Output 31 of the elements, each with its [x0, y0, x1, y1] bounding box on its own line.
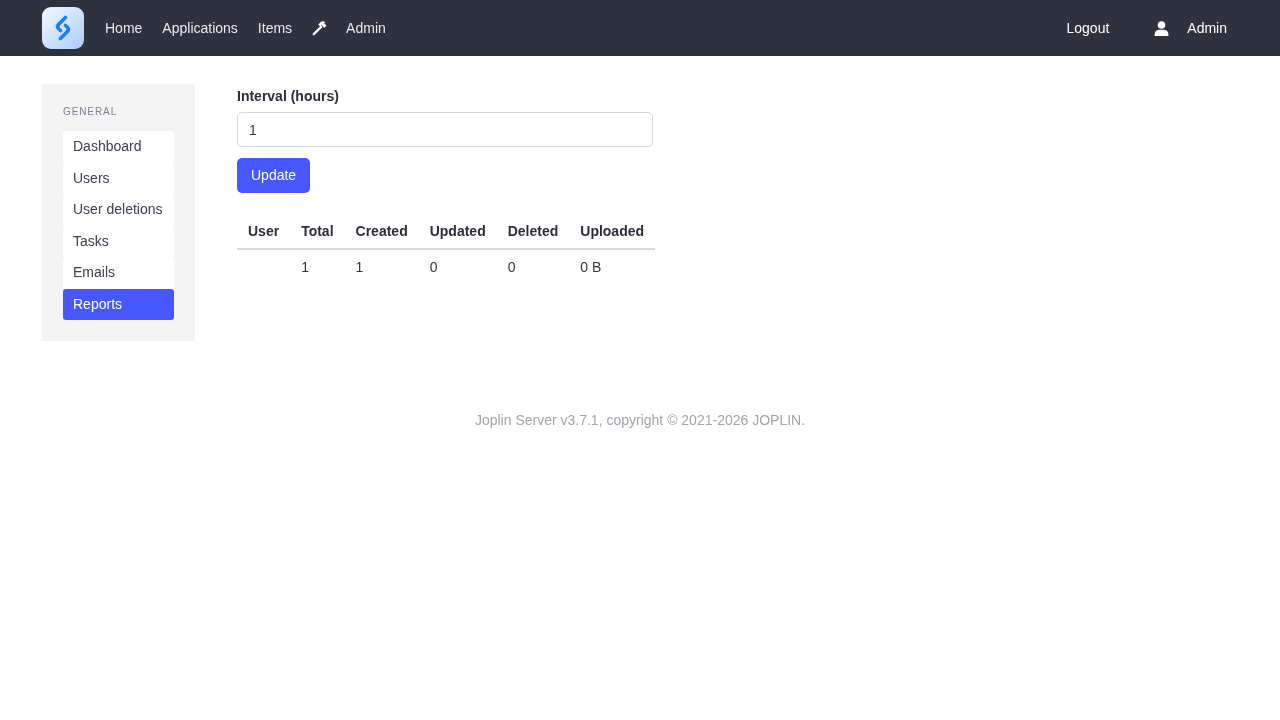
- update-button[interactable]: Update: [237, 158, 311, 193]
- nav-link[interactable]: Applications: [162, 18, 238, 38]
- nav-link[interactable]: Items: [257, 18, 293, 38]
- table-cell: 1: [290, 249, 345, 285]
- sidebar-item[interactable]: Dashboard: [63, 131, 174, 163]
- column-header: User: [237, 214, 291, 249]
- column-header: Total: [290, 214, 345, 249]
- column-header: Updated: [418, 214, 497, 249]
- sidebar-heading: GENERAL: [63, 106, 119, 118]
- table-cell: 0: [418, 249, 497, 285]
- column-header: Created: [344, 214, 419, 249]
- footer-text: Joplin Server v3.7.1, copyright © 2021-2026 JOPLIN.: [474, 412, 806, 428]
- sidebar-item[interactable]: Users: [63, 162, 174, 194]
- user-icon[interactable]: [1154, 20, 1170, 36]
- nav-link[interactable]: Home: [105, 18, 143, 38]
- interval-input-field[interactable]: 1: [237, 112, 653, 147]
- column-header: Deleted: [496, 214, 570, 249]
- user-menu-link[interactable]: Admin: [1187, 18, 1227, 38]
- sidebar-item[interactable]: User deletions: [63, 194, 174, 226]
- table-cell: 0: [496, 249, 570, 285]
- column-header: Uploaded: [569, 214, 656, 249]
- field-label: Interval (hours): [237, 88, 340, 104]
- sidebar-item[interactable]: Reports: [63, 288, 174, 320]
- table-cell: 0 B: [569, 249, 656, 285]
- sidebar-item[interactable]: Emails: [63, 257, 174, 289]
- logout-link[interactable]: Logout: [1066, 18, 1110, 38]
- nav-link[interactable]: Admin: [346, 18, 386, 38]
- logo-icon[interactable]: [42, 7, 84, 49]
- hammer-icon[interactable]: [312, 20, 329, 36]
- sidebar-item[interactable]: Tasks: [63, 225, 174, 257]
- table-cell: 1: [344, 249, 419, 285]
